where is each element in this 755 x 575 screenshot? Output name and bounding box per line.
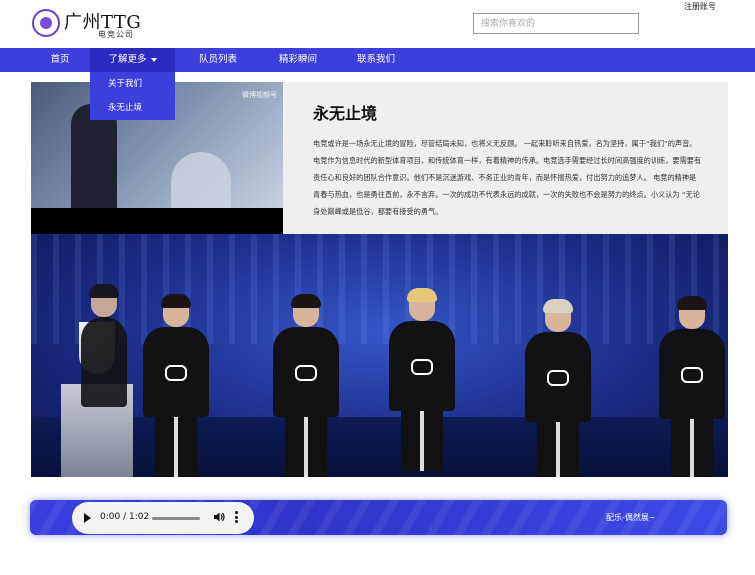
video-watermark: 微博视频号 <box>242 91 277 99</box>
nav-item-label: 队员列表 <box>198 54 237 65</box>
player-figure <box>71 284 137 477</box>
register-link[interactable]: 注册账号 <box>684 1 716 12</box>
main-nav: 首页 了解更多 队员列表 精彩瞬间 联系我们 <box>0 48 755 72</box>
logo-icon[interactable] <box>32 9 60 37</box>
more-options-icon[interactable] <box>235 511 239 523</box>
nav-item-contact[interactable]: 联系我们 <box>348 48 404 72</box>
nav-item-label: 精彩瞬间 <box>278 54 317 65</box>
nav-item-highlights[interactable]: 精彩瞬间 <box>270 48 326 72</box>
article-title: 永无止境 <box>313 104 378 123</box>
audio-time: 0:00 / 1:02 <box>100 512 150 522</box>
nav-item-label: 联系我们 <box>356 54 395 65</box>
music-credit: 配乐-偶然展~ <box>606 513 656 522</box>
article-body: 电竞或许是一场永无止境的冒险，尽管结局未知，也将义无反顾。 一起来聆听来自热爱，… <box>313 139 702 216</box>
nav-item-team-list[interactable]: 队员列表 <box>190 48 246 72</box>
volume-icon[interactable] <box>213 511 225 523</box>
nav-item-label: 首页 <box>50 54 70 65</box>
player-figure <box>525 299 591 477</box>
caret-down-icon <box>150 57 157 62</box>
play-icon[interactable] <box>84 513 91 523</box>
nav-item-learn-more[interactable]: 了解更多 <box>90 48 175 72</box>
dropdown-item-about[interactable]: 关于我们 <box>90 72 175 96</box>
player-figure <box>389 288 455 477</box>
player-figure <box>273 294 339 477</box>
brand-subtitle: 电竞公司 <box>98 30 134 39</box>
player-figure <box>659 296 725 477</box>
search-input[interactable] <box>473 13 639 34</box>
dropdown-item-forever[interactable]: 永无止境 <box>90 96 175 120</box>
nav-item-home[interactable]: 首页 <box>36 48 84 72</box>
nav-item-label: 了解更多 <box>108 54 147 65</box>
player-figure <box>143 294 209 477</box>
dropdown-menu: 关于我们 永无止境 <box>90 72 175 120</box>
site-header: 广州TTG 电竞公司 注册账号 <box>0 0 755 48</box>
team-banner-image <box>31 234 728 477</box>
audio-progress-slider[interactable] <box>152 517 200 520</box>
